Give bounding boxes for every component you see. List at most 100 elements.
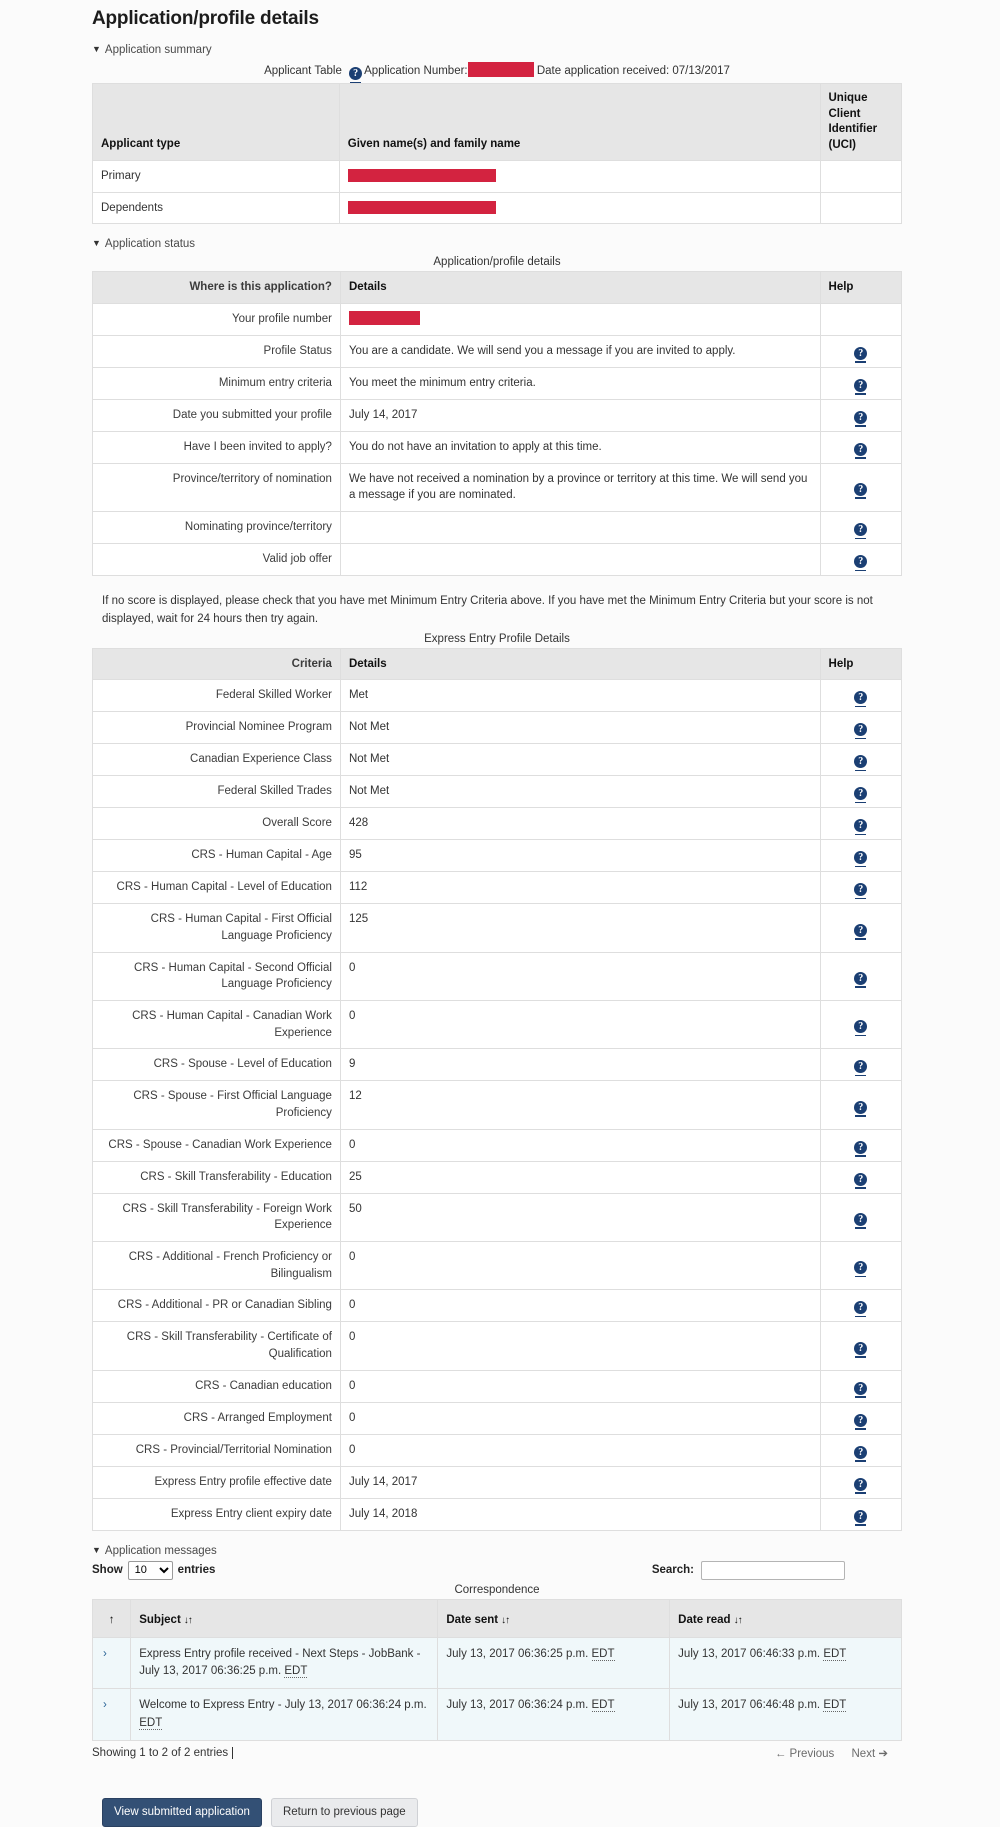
criteria-row-help[interactable]: ? bbox=[819, 743, 903, 777]
criteria-row-help[interactable]: ? bbox=[819, 679, 903, 713]
criteria-row-help[interactable]: ? bbox=[819, 1465, 903, 1499]
help-question-icon[interactable]: ? bbox=[854, 1060, 868, 1077]
help-question-icon[interactable]: ? bbox=[854, 1413, 868, 1430]
help-question-icon[interactable]: ? bbox=[854, 971, 868, 988]
status-row-help[interactable]: ? bbox=[819, 366, 903, 400]
table-row: Express Entry client expiry date July 14,… bbox=[92, 1497, 903, 1531]
expand-row-button[interactable]: › bbox=[91, 1688, 132, 1741]
table-row: Overall Score 428? bbox=[92, 807, 903, 841]
help-question-icon[interactable]: ? bbox=[854, 723, 868, 740]
criteria-row-value: 0 bbox=[339, 951, 821, 1002]
criteria-row-help[interactable]: ? bbox=[819, 1289, 903, 1323]
help-question-icon[interactable]: ? bbox=[854, 482, 868, 499]
search-label: Search: bbox=[651, 1564, 694, 1577]
criteria-row-help[interactable]: ? bbox=[819, 807, 903, 841]
criteria-row-help[interactable]: ? bbox=[819, 1401, 903, 1435]
section-toggle-application-summary[interactable]: ▼ Application summary bbox=[92, 44, 902, 56]
table-row: CRS - Canadian education 0? bbox=[92, 1369, 903, 1403]
criteria-row-help[interactable]: ? bbox=[819, 711, 903, 745]
help-question-icon[interactable]: ? bbox=[854, 555, 868, 572]
question-mark-icon[interactable]: ? bbox=[349, 67, 363, 83]
criteria-row-help[interactable]: ? bbox=[819, 839, 903, 873]
help-question-icon[interactable]: ? bbox=[854, 1020, 868, 1037]
criteria-row-help[interactable]: ? bbox=[819, 1433, 903, 1467]
status-row-help[interactable]: ? bbox=[819, 430, 903, 464]
correspondence-table-body: › Express Entry profile received - Next S… bbox=[91, 1636, 902, 1741]
help-question-icon[interactable]: ? bbox=[854, 442, 868, 459]
help-question-icon[interactable]: ? bbox=[854, 410, 868, 427]
criteria-row-value: 95 bbox=[339, 839, 821, 873]
criteria-row-help[interactable]: ? bbox=[819, 1241, 903, 1291]
help-question-icon[interactable]: ? bbox=[854, 883, 868, 900]
status-row-help[interactable]: ? bbox=[819, 398, 903, 432]
help-question-icon[interactable]: ? bbox=[854, 787, 868, 804]
help-question-icon[interactable]: ? bbox=[854, 1445, 868, 1462]
help-question-icon[interactable]: ? bbox=[854, 346, 868, 363]
criteria-row-value: Not Met bbox=[339, 775, 821, 809]
table-row: CRS - Human Capital - Age 95? bbox=[92, 839, 903, 873]
status-row-label: Nominating province/territory bbox=[92, 511, 341, 545]
timezone-abbr: EDT bbox=[591, 1699, 615, 1713]
criteria-row-help[interactable]: ? bbox=[819, 1497, 903, 1531]
criteria-row-help[interactable]: ? bbox=[819, 1321, 903, 1371]
help-question-icon[interactable]: ? bbox=[854, 1172, 868, 1189]
table-row[interactable]: › Welcome to Express Entry - July 13, 201… bbox=[91, 1688, 902, 1741]
next-page-button[interactable]: Next ➔ bbox=[852, 1748, 889, 1760]
criteria-row-label: Overall Score bbox=[92, 807, 341, 841]
column-header-subject[interactable]: Subject ↓↑ bbox=[130, 1598, 439, 1638]
criteria-row-help[interactable]: ? bbox=[819, 1080, 903, 1130]
criteria-row-help[interactable]: ? bbox=[819, 903, 903, 953]
status-row-help[interactable]: ? bbox=[819, 511, 903, 545]
status-row-help[interactable]: ? bbox=[819, 462, 903, 513]
criteria-row-help[interactable]: ? bbox=[819, 1048, 903, 1082]
help-question-icon[interactable]: ? bbox=[854, 923, 868, 940]
help-question-icon[interactable]: ? bbox=[854, 1341, 868, 1358]
help-question-icon[interactable]: ? bbox=[854, 755, 868, 772]
status-row-help[interactable]: ? bbox=[819, 543, 903, 577]
criteria-row-help[interactable]: ? bbox=[819, 775, 903, 809]
search-input[interactable] bbox=[701, 1560, 845, 1580]
date-received-label: Date application received: bbox=[536, 65, 670, 77]
help-question-icon[interactable]: ? bbox=[854, 691, 868, 708]
status-row-value bbox=[339, 303, 821, 336]
return-to-previous-page-button[interactable]: Return to previous page bbox=[270, 1797, 418, 1827]
column-header-flag[interactable]: ↑ bbox=[91, 1598, 132, 1638]
criteria-row-value: 25 bbox=[339, 1160, 821, 1194]
criteria-row-help[interactable]: ? bbox=[819, 1369, 903, 1403]
help-question-icon[interactable]: ? bbox=[854, 1301, 868, 1318]
criteria-row-help[interactable]: ? bbox=[819, 951, 903, 1002]
help-question-icon[interactable]: ? bbox=[854, 1381, 868, 1398]
help-question-icon[interactable]: ? bbox=[854, 378, 868, 395]
messages-footer: Showing 1 to 2 of 2 entries ← Previous N… bbox=[92, 1741, 902, 1760]
criteria-row-help[interactable]: ? bbox=[819, 1128, 903, 1162]
help-question-icon[interactable]: ? bbox=[854, 1100, 868, 1117]
section-toggle-application-messages[interactable]: ▼ Application messages bbox=[92, 1545, 902, 1557]
help-question-icon[interactable]: ? bbox=[854, 819, 868, 836]
criteria-row-label: CRS - Human Capital - Second Official La… bbox=[92, 951, 341, 1002]
column-header-subject-label: Subject bbox=[139, 1613, 181, 1626]
help-question-icon[interactable]: ? bbox=[854, 851, 868, 868]
expand-row-button[interactable]: › bbox=[91, 1636, 132, 1690]
page-size-select[interactable]: 102550100 bbox=[127, 1560, 173, 1580]
table-row: Province/territory of nomination We have … bbox=[92, 462, 903, 513]
help-question-icon[interactable]: ? bbox=[854, 1261, 868, 1278]
criteria-row-help[interactable]: ? bbox=[819, 1192, 903, 1243]
section-toggle-application-status[interactable]: ▼ Application status bbox=[92, 238, 902, 250]
table-row[interactable]: › Express Entry profile received - Next S… bbox=[91, 1636, 902, 1690]
help-question-icon[interactable]: ? bbox=[854, 1477, 868, 1494]
column-header-date-sent[interactable]: Date sent ↓↑ bbox=[437, 1598, 671, 1638]
previous-page-button[interactable]: ← Previous bbox=[775, 1748, 834, 1760]
redacted-name bbox=[347, 200, 496, 214]
help-question-icon[interactable]: ? bbox=[854, 1140, 868, 1157]
status-row-help[interactable]: ? bbox=[819, 334, 903, 368]
redacted-name bbox=[347, 169, 496, 183]
view-submitted-application-button[interactable]: View submitted application bbox=[102, 1797, 262, 1827]
help-question-icon[interactable]: ? bbox=[854, 1212, 868, 1229]
status-row-label: Valid job offer bbox=[92, 543, 341, 577]
criteria-row-help[interactable]: ? bbox=[819, 871, 903, 905]
criteria-row-help[interactable]: ? bbox=[819, 1000, 903, 1050]
criteria-row-help[interactable]: ? bbox=[819, 1160, 903, 1194]
help-question-icon[interactable]: ? bbox=[854, 1509, 868, 1526]
help-question-icon[interactable]: ? bbox=[854, 523, 868, 540]
column-header-date-read[interactable]: Date read ↓↑ bbox=[669, 1598, 902, 1638]
